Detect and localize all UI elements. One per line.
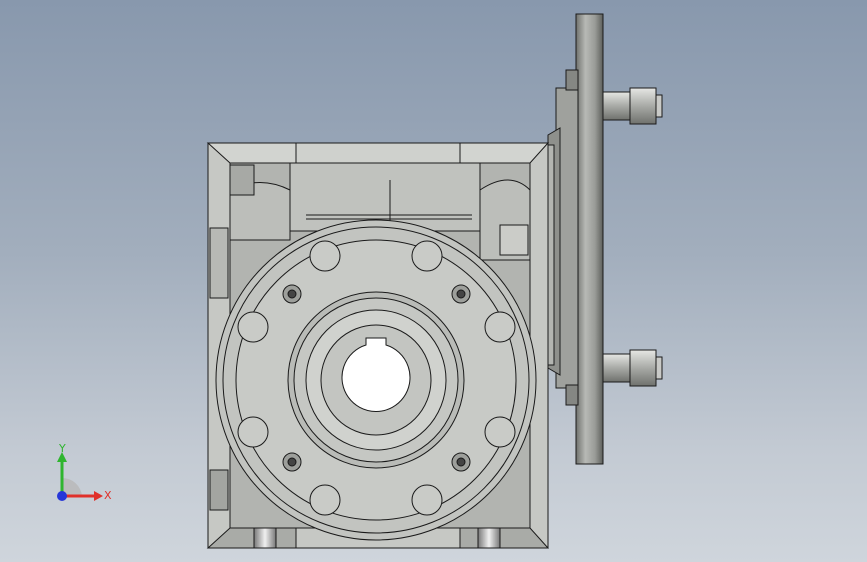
motor-flange (539, 13, 663, 465)
axis-triad: Y X (57, 442, 112, 502)
z-axis-dot (57, 491, 67, 501)
cad-viewport[interactable]: Y X (0, 0, 867, 562)
x-axis-label: X (104, 489, 112, 502)
y-axis-label: Y (58, 442, 66, 455)
gearbox-model[interactable] (0, 0, 867, 562)
output-flange (215, 219, 537, 541)
